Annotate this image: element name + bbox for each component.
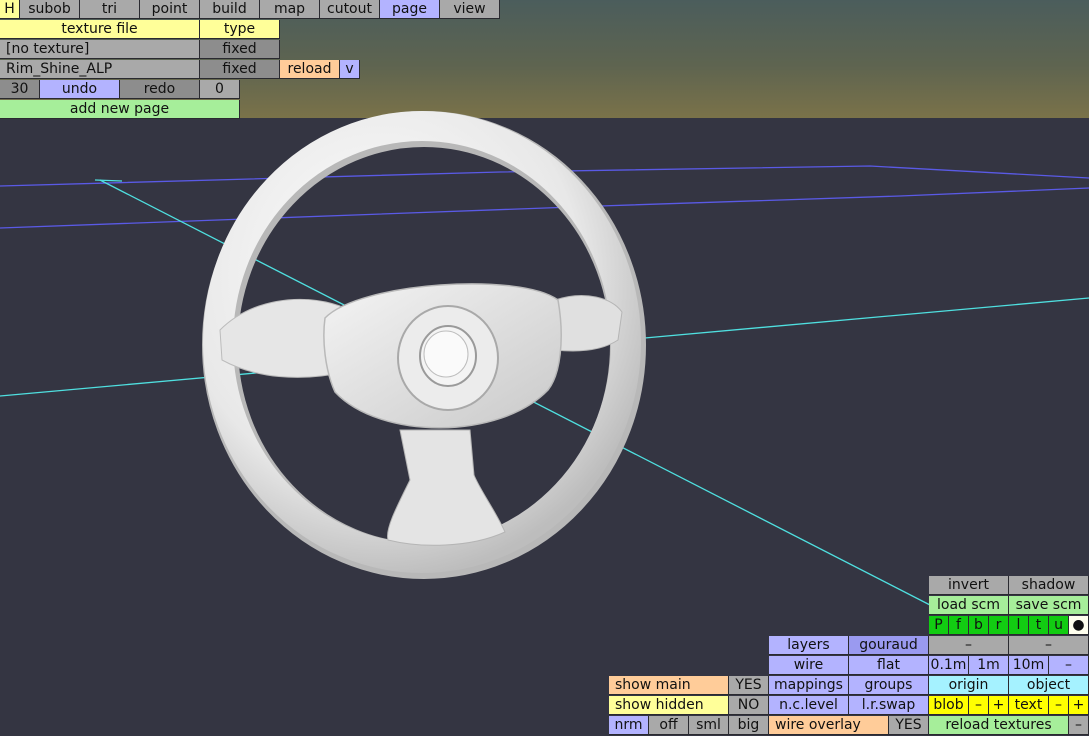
texture-type-1[interactable]: fixed [200, 60, 280, 79]
nc-level-button[interactable]: n.c.level [769, 696, 849, 715]
v-button[interactable]: v [340, 60, 360, 79]
off-button[interactable]: off [649, 716, 689, 735]
view-right-button[interactable]: r [989, 616, 1009, 635]
view-dot-button[interactable]: ● [1069, 616, 1089, 635]
add-new-page-button[interactable]: add new page [0, 100, 240, 119]
blob-minus-button[interactable]: – [969, 696, 989, 715]
wire-button[interactable]: wire [769, 656, 849, 675]
view-top-button[interactable]: t [1029, 616, 1049, 635]
load-scm-button[interactable]: load scm [929, 596, 1009, 615]
origin-button[interactable]: origin [929, 676, 1009, 695]
reload-textures-button[interactable]: reload textures [929, 716, 1069, 735]
shadow-button[interactable]: shadow [1009, 576, 1089, 595]
minus-left-button[interactable]: – [929, 636, 1009, 655]
view-left-button[interactable]: l [1009, 616, 1029, 635]
layers-button[interactable]: layers [769, 636, 849, 655]
text-button[interactable]: text [1009, 696, 1049, 715]
tab-cutout[interactable]: cutout [320, 0, 380, 19]
flat-button[interactable]: flat [849, 656, 929, 675]
text-minus-button[interactable]: – [1049, 696, 1069, 715]
show-hidden-toggle[interactable]: NO [729, 696, 769, 715]
tab-point[interactable]: point [140, 0, 200, 19]
tab-subob[interactable]: subob [20, 0, 80, 19]
show-hidden-label[interactable]: show hidden [609, 696, 729, 715]
tab-view[interactable]: view [440, 0, 500, 19]
groups-button[interactable]: groups [849, 676, 929, 695]
view-back-button[interactable]: b [969, 616, 989, 635]
tab-build[interactable]: build [200, 0, 260, 19]
type-header: type [200, 20, 280, 39]
grid-1m-button[interactable]: 1m [969, 656, 1009, 675]
text-plus-button[interactable]: + [1069, 696, 1089, 715]
grid-0-1m-button[interactable]: 0.1m [929, 656, 969, 675]
blob-plus-button[interactable]: + [989, 696, 1009, 715]
view-under-button[interactable]: u [1049, 616, 1069, 635]
invert-button[interactable]: invert [929, 576, 1009, 595]
reload-minus-button[interactable]: – [1069, 716, 1089, 735]
object-button[interactable]: object [1009, 676, 1089, 695]
save-scm-button[interactable]: save scm [1009, 596, 1089, 615]
show-main-toggle[interactable]: YES [729, 676, 769, 695]
minus-right-button[interactable]: – [1009, 636, 1089, 655]
tab-page[interactable]: page [380, 0, 440, 19]
blob-button[interactable]: blob [929, 696, 969, 715]
gouraud-button[interactable]: gouraud [849, 636, 929, 655]
texture-type-0[interactable]: fixed [200, 40, 280, 59]
tab-tri[interactable]: tri [80, 0, 140, 19]
view-front-button[interactable]: f [949, 616, 969, 635]
steering-wheel-model [202, 111, 646, 579]
undo-count: 30 [0, 80, 40, 99]
undo-button[interactable]: undo [40, 80, 120, 99]
view-persp-button[interactable]: P [929, 616, 949, 635]
grid-10m-button[interactable]: 10m [1009, 656, 1049, 675]
reload-button[interactable]: reload [280, 60, 340, 79]
tab-map[interactable]: map [260, 0, 320, 19]
mappings-button[interactable]: mappings [769, 676, 849, 695]
texture-row-0[interactable]: [no texture] [0, 40, 200, 59]
nrm-button[interactable]: nrm [609, 716, 649, 735]
lr-swap-button[interactable]: l.r.swap [849, 696, 929, 715]
wire-overlay-label[interactable]: wire overlay [769, 716, 889, 735]
big-button[interactable]: big [729, 716, 769, 735]
sml-button[interactable]: sml [689, 716, 729, 735]
texture-file-header: texture file [0, 20, 200, 39]
tab-h[interactable]: H [0, 0, 20, 19]
wire-overlay-toggle[interactable]: YES [889, 716, 929, 735]
show-main-label[interactable]: show main [609, 676, 729, 695]
redo-button[interactable]: redo [120, 80, 200, 99]
texture-row-1[interactable]: Rim_Shine_ALP [0, 60, 200, 79]
grid-minus-button[interactable]: – [1049, 656, 1089, 675]
redo-count: 0 [200, 80, 240, 99]
